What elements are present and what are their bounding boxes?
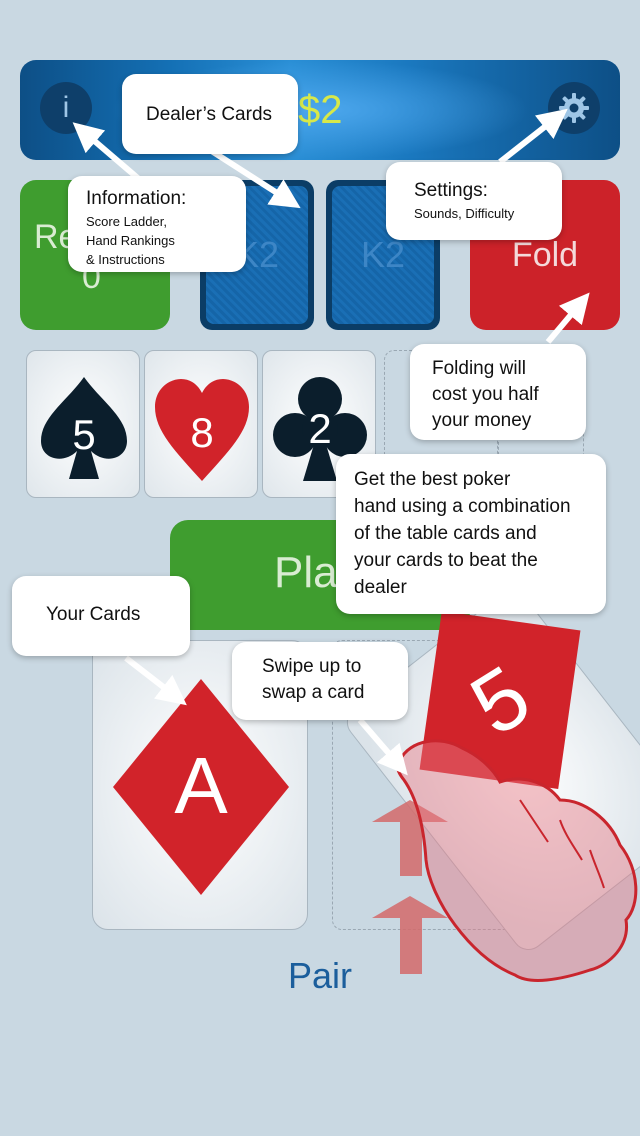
info-icon: i [62, 91, 70, 124]
gear-icon [559, 93, 589, 123]
callout-text: your cards to beat the [354, 550, 538, 571]
callout-text: dealer [354, 577, 407, 598]
play-label: Pla [274, 548, 338, 597]
hand-result: Pair [287, 955, 353, 996]
callout-text: Get the best poker [354, 469, 511, 490]
settings-button[interactable] [548, 82, 600, 134]
fold-label: Fold [511, 235, 579, 274]
callout-text: & Instructions [86, 252, 165, 267]
callout-text: Dealer’s Cards [146, 104, 273, 125]
callout-text: Hand Rankings [86, 233, 175, 248]
callout-text: Folding will [432, 358, 526, 379]
table-card-rank: 5 [72, 411, 95, 458]
callout-text: swap a card [262, 682, 365, 703]
callout-your-cards: Your Cards [12, 576, 190, 656]
callout-information: Information: Score Ladder, Hand Rankings… [68, 176, 246, 272]
callout-text: hand using a combination [354, 496, 571, 517]
info-button[interactable]: i [40, 82, 92, 134]
table-card: 5 [26, 350, 140, 498]
callout-settings: Settings: Sounds, Difficulty [386, 162, 562, 240]
callout-text: Swipe up to [262, 656, 362, 677]
callout-folding: Folding will cost you half your money [410, 344, 586, 440]
table-card-rank: 2 [308, 405, 331, 452]
table-card: 8 [144, 350, 258, 498]
callout-text: cost you half [432, 384, 539, 405]
player-card-rank: A [174, 741, 228, 830]
callout-dealer-cards: Dealer’s Cards [122, 74, 298, 154]
callout-text: Sounds, Difficulty [414, 206, 515, 221]
callout-title: Settings: [414, 180, 488, 201]
callout-title: Information: [86, 188, 187, 209]
callout-text: of the table cards and [354, 523, 537, 544]
table-card-rank: 8 [190, 409, 213, 456]
callout-best-hand: Get the best poker hand using a combinat… [336, 454, 606, 614]
money-display: $2 [298, 88, 343, 132]
dealer-card-label: K2 [360, 234, 406, 275]
callout-text: Score Ladder, [86, 214, 167, 229]
callout-text: your money [432, 410, 532, 431]
callout-text: Your Cards [46, 604, 141, 625]
callout-swipe: Swipe up to swap a card [232, 642, 408, 720]
